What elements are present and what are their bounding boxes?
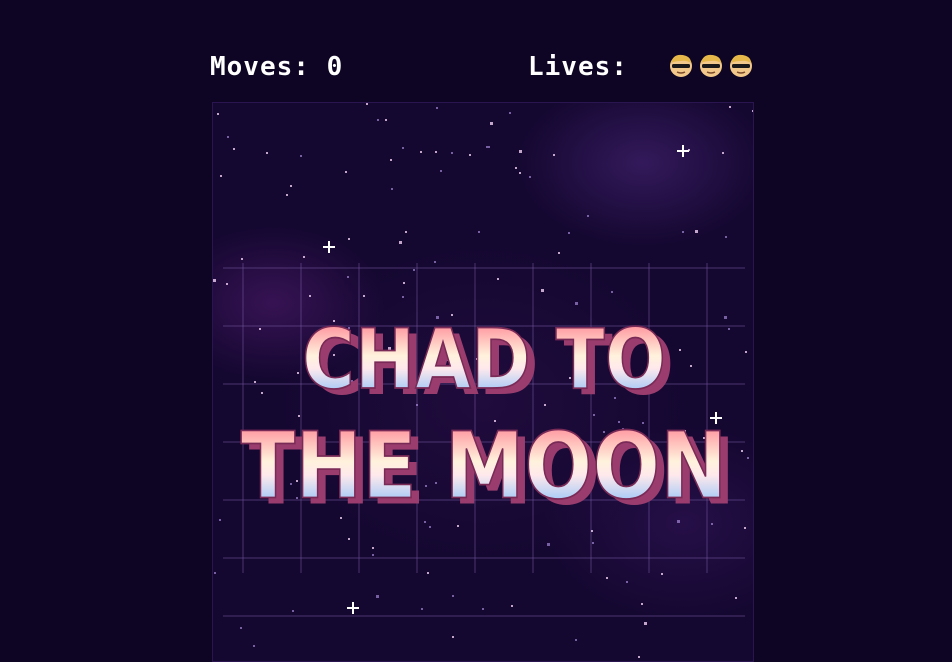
moves-value: 0 <box>326 52 344 82</box>
title-line1: CHAD TO <box>302 312 666 408</box>
lives-indicator <box>668 52 754 82</box>
game-title-logo: CHAD TO CHAD TO THE MOON THE MOON <box>240 312 735 526</box>
lives-label: Lives: <box>528 52 628 82</box>
game-canvas[interactable]: CHAD TO CHAD TO THE MOON THE MOON <box>212 102 754 662</box>
chad-face-icon <box>698 52 724 82</box>
moves-label: Moves: <box>210 52 310 82</box>
moves-counter: Moves: 0 <box>210 50 343 84</box>
hud: Moves: 0 Lives: <box>210 50 756 86</box>
chad-face-icon <box>668 52 694 82</box>
chad-face-icon <box>728 52 754 82</box>
title-line2: THE MOON <box>241 413 727 520</box>
